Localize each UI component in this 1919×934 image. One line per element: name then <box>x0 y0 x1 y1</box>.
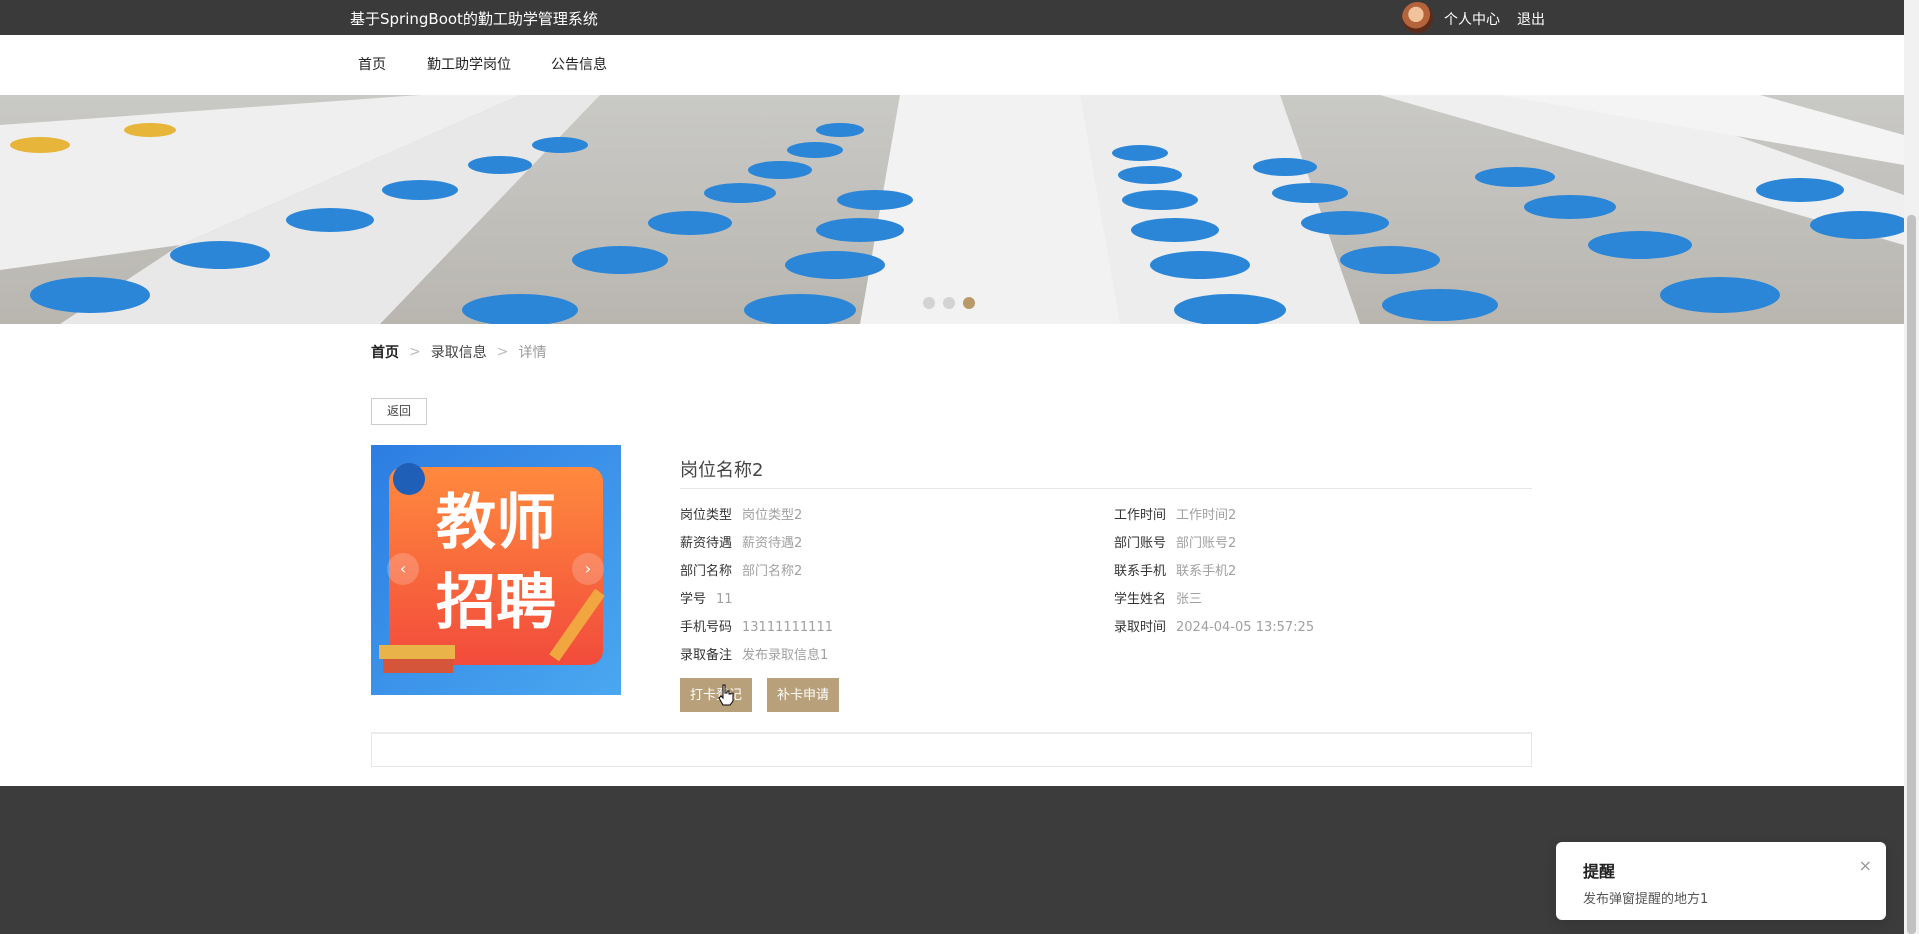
notification-toast: 提醒 发布弹窗提醒的地方1 × <box>1556 842 1886 920</box>
user-center-link[interactable]: 个人中心 <box>1444 9 1500 29</box>
page-scrollbar[interactable] <box>1904 0 1919 934</box>
field-dept-account: 部门账号 部门账号2 <box>1114 532 1236 551</box>
field-department: 部门名称 部门名称2 <box>680 560 802 579</box>
field-value: 张三 <box>1176 592 1203 607</box>
nav-item-notices[interactable]: 公告信息 <box>551 54 607 74</box>
carousel-dot-3[interactable] <box>963 297 975 309</box>
field-label: 联系手机 <box>1114 564 1167 579</box>
poster-line-1: 教师 <box>436 488 556 558</box>
field-label: 录取备注 <box>680 648 733 663</box>
breadcrumb-separator: > <box>409 344 421 360</box>
field-label: 岗位类型 <box>680 508 733 523</box>
chevron-right-icon[interactable]: › <box>572 553 604 585</box>
field-student-id: 学号 11 <box>680 588 733 607</box>
field-value: 工作时间2 <box>1176 508 1237 523</box>
field-value: 发布录取信息1 <box>742 648 829 663</box>
field-work-time: 工作时间 工作时间2 <box>1114 504 1236 523</box>
close-icon[interactable]: × <box>1859 856 1872 875</box>
field-value: 部门账号2 <box>1176 536 1237 551</box>
field-label: 学生姓名 <box>1114 592 1167 607</box>
field-label: 工作时间 <box>1114 508 1167 523</box>
field-remark: 录取备注 发布录取信息1 <box>680 644 828 663</box>
job-poster-carousel[interactable]: 教师 招聘 ‹ › <box>371 445 621 695</box>
field-phone: 手机号码 13111111111 <box>680 616 833 635</box>
field-label: 薪资待遇 <box>680 536 733 551</box>
field-value: 部门名称2 <box>742 564 803 579</box>
carousel-dot-1[interactable] <box>923 297 935 309</box>
field-label: 录取时间 <box>1114 620 1167 635</box>
field-value: 2024-04-05 13:57:25 <box>1176 620 1315 635</box>
field-value: 11 <box>716 592 733 607</box>
logout-link[interactable]: 退出 <box>1517 9 1545 29</box>
title-divider <box>680 488 1532 489</box>
field-contact-phone: 联系手机 联系手机2 <box>1114 560 1236 579</box>
field-value: 联系手机2 <box>1176 564 1237 579</box>
field-job-type: 岗位类型 岗位类型2 <box>680 504 802 523</box>
field-value: 13111111111 <box>742 620 833 635</box>
field-admit-time: 录取时间 2024-04-05 13:57:25 <box>1114 616 1314 635</box>
site-title: 基于SpringBoot的勤工助学管理系统 <box>350 10 598 28</box>
carousel-dots <box>923 297 975 309</box>
avatar[interactable] <box>1402 2 1433 33</box>
banner-image <box>0 95 1904 324</box>
scrollbar-thumb[interactable] <box>1907 215 1916 934</box>
field-salary: 薪资待遇 薪资待遇2 <box>680 532 802 551</box>
nav-item-home[interactable]: 首页 <box>358 54 386 74</box>
chevron-left-icon[interactable]: ‹ <box>387 553 419 585</box>
toast-title: 提醒 <box>1583 862 1616 881</box>
breadcrumb-home[interactable]: 首页 <box>371 342 399 362</box>
breadcrumb: 首页 > 录取信息 > 详情 <box>371 342 546 362</box>
checkin-button[interactable]: 打卡登记 <box>680 678 753 712</box>
field-label: 部门账号 <box>1114 536 1167 551</box>
detail-content-box <box>371 732 1532 767</box>
field-value: 岗位类型2 <box>742 508 803 523</box>
nav-item-jobs[interactable]: 勤工助学岗位 <box>427 54 511 74</box>
carousel-dot-2[interactable] <box>943 297 955 309</box>
hand-cursor-icon <box>718 684 734 706</box>
toast-message: 发布弹窗提醒的地方1 <box>1583 892 1709 907</box>
field-label: 学号 <box>680 592 707 607</box>
makeup-request-button[interactable]: 补卡申请 <box>767 678 840 712</box>
detail-section: 首页 > 录取信息 > 详情 返回 教师 招聘 ‹ › 岗位名称2 岗位类型 岗… <box>0 324 1904 786</box>
field-value: 薪资待遇2 <box>742 536 803 551</box>
field-label: 手机号码 <box>680 620 733 635</box>
field-label: 部门名称 <box>680 564 733 579</box>
field-student-name: 学生姓名 张三 <box>1114 588 1202 607</box>
breadcrumb-section[interactable]: 录取信息 <box>431 342 487 362</box>
top-bar: 基于SpringBoot的勤工助学管理系统 个人中心 退出 <box>0 0 1904 35</box>
breadcrumb-current: 详情 <box>518 345 547 361</box>
breadcrumb-separator: > <box>496 344 509 360</box>
job-title: 岗位名称2 <box>680 460 764 481</box>
banner-carousel[interactable] <box>0 95 1904 324</box>
main-nav: 首页 勤工助学岗位 公告信息 <box>0 35 1904 95</box>
back-button[interactable]: 返回 <box>371 398 427 425</box>
